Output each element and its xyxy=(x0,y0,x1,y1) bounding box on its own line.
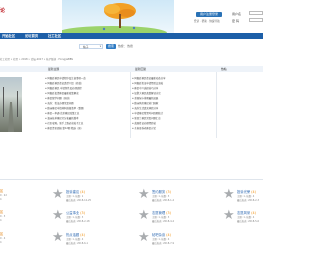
topic-link[interactable]: 移民资讯周报 第12期 精选（原） xyxy=(47,127,83,130)
nav-item-forum-home[interactable]: 论坛首页 xyxy=(25,33,38,39)
topic-link[interactable]: 欧洲移民申请材料准备清单（整理） xyxy=(47,107,85,110)
search-button[interactable]: 搜索 xyxy=(106,44,116,49)
main-nav xyxy=(0,33,263,39)
board-last-post[interactable]: 最后发表: 2018-5-6 xyxy=(237,219,259,223)
column-divider xyxy=(130,72,131,138)
header-hot-posts[interactable]: 热帖 xyxy=(221,66,227,72)
star-icon: ★ xyxy=(52,230,64,245)
login-helper-links[interactable]: 登录 · 帮助 · 快速导航 xyxy=(194,19,220,23)
reply-link[interactable]: 阿根廷移民签证最新动态分享 xyxy=(134,77,165,80)
nav-item-start[interactable]: 开始社区 xyxy=(2,33,15,39)
board-last-post[interactable]: 最后发表: 2018-7-9 xyxy=(152,241,174,245)
reply-link[interactable]: 欧洲购房移民热门国家 xyxy=(134,102,158,105)
reply-row[interactable]: ▪ 东南亚养老移民讨论 xyxy=(132,126,214,131)
hot-search-links[interactable]: 热搜： 热搜 xyxy=(118,44,133,49)
featured-photo[interactable] xyxy=(0,77,22,132)
section-divider xyxy=(0,179,263,180)
board-last-post[interactable]: 最后发表: 2018-2-18 xyxy=(66,219,90,223)
reply-link[interactable]: 东南亚养老移民讨论 xyxy=(134,127,156,130)
breadcrumb[interactable]: 社工社区 » 社区 » 2018 » 论坛-2017 » 帖子版块 · Hong… xyxy=(0,57,263,61)
topic-link[interactable]: 阿根廷移民 申请条件及办理流程 xyxy=(47,87,81,90)
board-last-post[interactable]: 最后发表: 2018-2-3 xyxy=(237,198,259,202)
reply-link[interactable]: 加拿大移民政策解读讨论 xyxy=(134,92,160,95)
site-logo[interactable]: 论 xyxy=(0,9,5,14)
username-input[interactable] xyxy=(249,11,263,15)
topic-link[interactable]: 移民一本通·北美移民政策汇总 xyxy=(47,112,79,115)
board-last-post[interactable]: 最后发表: 2018-6-1 xyxy=(66,241,88,245)
star-icon: ★ xyxy=(138,187,150,202)
header-banner xyxy=(62,0,174,33)
password-input[interactable] xyxy=(249,18,263,22)
board-title-partial[interactable]: 区 xyxy=(0,209,3,214)
reply-link[interactable]: 英国签证办理经验帖 xyxy=(134,122,156,125)
reply-link[interactable]: 阿根廷签证申请经验交流帖 xyxy=(134,82,163,85)
board-last-post[interactable]: 最后发表: 2018-12-25 xyxy=(66,198,91,202)
header-latest-replies[interactable]: 最新回复 xyxy=(135,66,146,72)
header-latest-topics[interactable]: 最新主题 xyxy=(48,66,59,72)
star-icon: ★ xyxy=(223,208,235,223)
board-lastpost-partial: 4 xyxy=(0,241,2,244)
road-photo-icon xyxy=(3,87,18,132)
topic-link[interactable]: 移民留学问题（原创） xyxy=(47,97,71,100)
search-type-select[interactable]: 帖子 ▾ xyxy=(79,44,103,49)
latest-topics-list: ▪ 阿根廷移民申请程序及注意事项一览 ▪ 阿根廷移民签证类型介绍（转载） ▪ 阿根廷… xyxy=(45,76,129,131)
password-label: 密 码 xyxy=(232,19,239,23)
search-type-value: 帖子 xyxy=(83,45,89,49)
latest-replies-list: ▪ 阿根廷移民签证最新动态分享 ▪ 阿根廷签证申请经验交流帖 ▪ 移民中介选择技巧分… xyxy=(132,76,214,131)
username-label: 用户名 xyxy=(232,12,242,16)
reply-link[interactable]: 海外生活真实体验分享 xyxy=(134,107,158,110)
board-last-post[interactable]: 最后发表: 2018-4-4 xyxy=(152,219,174,223)
star-icon: ★ xyxy=(138,208,150,223)
reply-link[interactable]: 申请移民所需时间周期统计 xyxy=(134,112,163,115)
star-icon: ★ xyxy=(223,187,235,202)
topic-link[interactable]: 阿根廷移民签证类型介绍（转载） xyxy=(47,82,83,85)
board-title-partial[interactable]: 区 xyxy=(0,231,3,236)
topic-link[interactable]: 阿根廷移民申请程序及注意事项一览 xyxy=(47,77,85,80)
board-last-post[interactable]: 最后发表: 2018-1-4 xyxy=(152,198,174,202)
topic-row[interactable]: ▪ 移民资讯周报 第12期 精选（原） xyxy=(45,126,129,131)
board-stats-partial: 0 · 22 xyxy=(0,194,7,197)
topic-link[interactable]: 海外：签证办理常见问题 xyxy=(47,102,73,105)
reply-link[interactable]: 移民中介选择技巧分享 xyxy=(134,87,158,90)
column-divider xyxy=(216,72,217,138)
topic-link[interactable]: 阿根廷投资移民最新政策解读 xyxy=(47,92,78,95)
chevron-down-icon: ▾ xyxy=(99,45,101,48)
topic-link[interactable]: 社区攻略，新手上路必读帖子汇总 xyxy=(47,122,83,125)
login-register-button[interactable]: 用户注册登录 xyxy=(196,12,222,17)
nav-item-social-community[interactable]: 社工社区 xyxy=(48,33,61,39)
board-stats-partial: 0 · 4 xyxy=(0,237,6,240)
board-lastpost-partial: 4 xyxy=(0,219,2,222)
star-icon: ★ xyxy=(52,187,64,202)
board-title-partial[interactable]: 区 xyxy=(0,188,3,193)
star-icon: ★ xyxy=(138,230,150,245)
star-icon: ★ xyxy=(52,208,64,223)
reply-link[interactable]: 美国绿卡排期最新进展 xyxy=(134,97,158,100)
board-lastpost-partial: 4 xyxy=(0,198,2,201)
reply-link[interactable]: 新西兰移民常见问题汇总 xyxy=(134,117,160,120)
topic-link[interactable]: 澳洲技术移民打分表最新版本 xyxy=(47,117,78,120)
board-stats-partial: 0 · 3 xyxy=(0,215,6,218)
